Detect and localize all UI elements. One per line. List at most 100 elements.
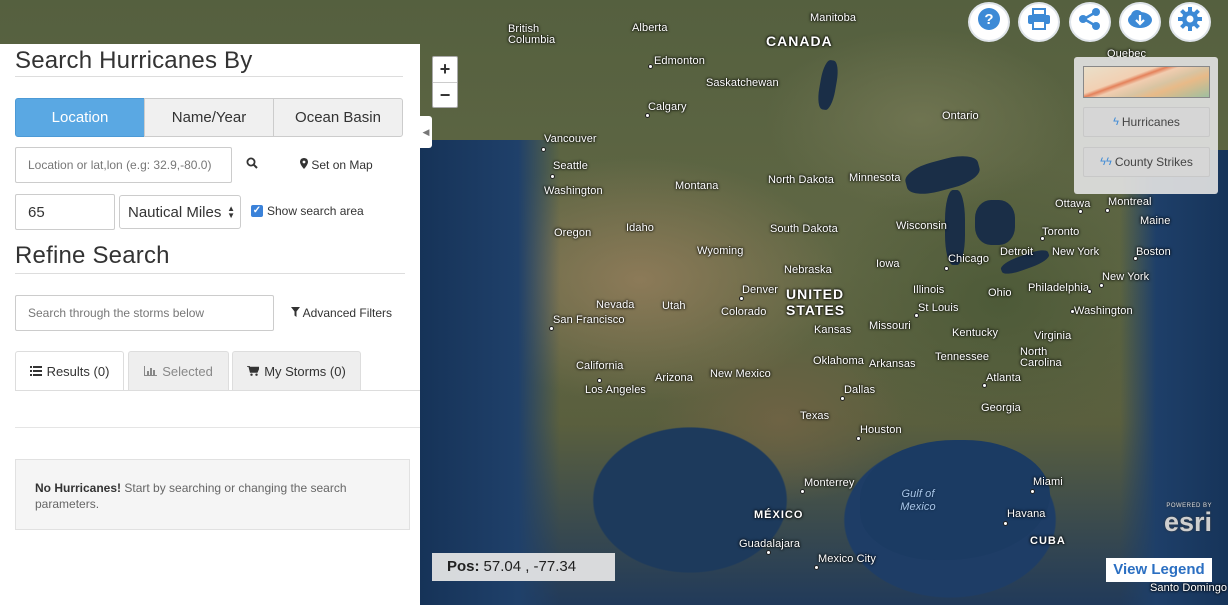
help-button[interactable]: ? — [968, 2, 1010, 42]
share-button[interactable] — [1069, 2, 1111, 42]
region-label: Oregon — [554, 227, 592, 239]
tab-results[interactable]: Results (0) — [15, 351, 124, 391]
city-marker — [914, 313, 919, 318]
city-label: Seattle — [553, 160, 588, 172]
print-button[interactable] — [1018, 2, 1060, 42]
position-value: 57.04 , -77.34 — [483, 558, 577, 575]
results-divider — [15, 427, 420, 428]
list-icon — [29, 364, 42, 379]
region-label: Kansas — [814, 324, 852, 336]
region-label: New York — [1052, 246, 1100, 258]
zoom-out-button[interactable]: − — [433, 82, 457, 107]
city-label: Dallas — [844, 384, 876, 396]
region-label: Wyoming — [697, 245, 744, 257]
radius-input[interactable]: 65 — [15, 194, 115, 230]
tab-my-storms-label: My Storms (0) — [264, 364, 346, 379]
set-on-map-button[interactable]: Set on Map — [300, 158, 373, 172]
region-label: Colorado — [721, 306, 767, 318]
city-label: Toronto — [1042, 226, 1080, 238]
country-label: MÉXICO — [754, 509, 804, 521]
country-label: UNITED STATES — [786, 286, 846, 318]
city-marker — [1133, 256, 1138, 261]
tab-selected[interactable]: Selected — [128, 351, 229, 391]
cart-icon — [247, 364, 261, 379]
storm-filter-input[interactable]: Search through the storms below — [15, 295, 274, 331]
pacific-ocean — [420, 140, 560, 605]
tab-selected-label: Selected — [162, 364, 213, 379]
city-marker — [550, 174, 555, 179]
search-icon[interactable] — [246, 157, 258, 172]
download-button[interactable] — [1119, 2, 1161, 42]
city-label: Vancouver — [544, 133, 597, 145]
city-label: St Louis — [918, 302, 959, 314]
region-label: Manitoba — [810, 12, 857, 24]
basemap-thumbnail[interactable] — [1083, 66, 1210, 98]
city-marker — [982, 383, 987, 388]
city-marker — [944, 266, 949, 271]
water-label: Gulf of Mexico — [900, 488, 936, 513]
region-label: South Dakota — [770, 223, 838, 235]
city-marker — [1087, 289, 1092, 294]
region-label: Wisconsin — [896, 220, 948, 232]
region-label: Ontario — [942, 110, 979, 122]
view-legend-button[interactable]: View Legend — [1106, 558, 1212, 582]
gulf-water — [860, 440, 1050, 560]
city-label: Havana — [1007, 508, 1046, 520]
heading-divider — [15, 76, 403, 77]
city-marker — [840, 396, 845, 401]
svg-text:?: ? — [984, 11, 993, 28]
select-arrows-icon: ▲ ▼ — [227, 204, 235, 220]
county-strikes-layer-button[interactable]: ϟϟ County Strikes — [1083, 147, 1210, 177]
refine-divider — [15, 273, 405, 274]
lake-winnipeg — [815, 58, 841, 112]
city-label: Miami — [1033, 476, 1063, 488]
advanced-filters-button[interactable]: Advanced Filters — [291, 306, 392, 320]
city-marker — [645, 113, 650, 118]
tab-name-year[interactable]: Name/Year — [144, 98, 274, 137]
region-label: Minnesota — [849, 172, 901, 184]
city-marker — [1030, 489, 1035, 494]
region-label: Iowa — [876, 258, 900, 270]
location-input[interactable]: Location or lat,lon (e.g: 32.9,-80.0) — [15, 147, 232, 183]
search-heading: Search Hurricanes By — [15, 47, 253, 74]
city-marker — [856, 436, 861, 441]
region-label: Texas — [800, 410, 830, 422]
city-label: Los Angeles — [585, 384, 647, 396]
hurricanes-layer-button[interactable]: ϟ Hurricanes — [1083, 107, 1210, 137]
tab-my-storms[interactable]: My Storms (0) — [232, 351, 361, 391]
double-lightning-icon: ϟϟ — [1100, 156, 1112, 168]
region-label: British Columbia — [508, 23, 556, 46]
region-label: Kentucky — [952, 327, 999, 339]
city-marker — [814, 565, 819, 570]
unit-select[interactable]: Nautical Miles ▲ ▼ — [119, 195, 241, 229]
zoom-in-button[interactable]: + — [433, 57, 457, 82]
city-label: San Francisco — [553, 314, 625, 326]
region-label: Maine — [1140, 215, 1171, 227]
notice-title: No Hurricanes! — [35, 481, 122, 495]
hurricanes-layer-label: Hurricanes — [1121, 115, 1180, 129]
cloud-download-icon — [1127, 8, 1153, 36]
city-marker — [1099, 283, 1104, 288]
region-label: Saskatchewan — [706, 77, 779, 89]
country-label: CUBA — [1030, 535, 1066, 547]
zoom-control: + − — [432, 56, 458, 108]
share-icon — [1078, 7, 1102, 37]
tab-ocean-basin[interactable]: Ocean Basin — [273, 98, 403, 137]
region-label: Idaho — [626, 222, 655, 234]
tab-location[interactable]: Location — [15, 98, 145, 137]
lake-superior — [902, 150, 983, 200]
empty-results-notice: No Hurricanes! Start by searching or cha… — [15, 459, 410, 530]
city-label: Monterrey — [804, 477, 855, 489]
city-marker — [1105, 208, 1110, 213]
settings-button[interactable] — [1169, 2, 1211, 42]
collapse-sidebar-button[interactable]: ◀ — [420, 116, 432, 148]
map-marker-icon — [300, 158, 308, 172]
layer-panel: ϟ Hurricanes ϟϟ County Strikes — [1074, 57, 1218, 194]
city-label: Philadelphia — [1028, 282, 1090, 294]
region-label: Oklahoma — [813, 355, 864, 367]
city-label: Denver — [742, 284, 779, 296]
region-label: Nebraska — [784, 264, 832, 276]
set-on-map-label: Set on Map — [311, 158, 373, 172]
show-search-area-checkbox[interactable]: ✓ — [251, 205, 263, 217]
city-label: Montreal — [1108, 196, 1152, 208]
